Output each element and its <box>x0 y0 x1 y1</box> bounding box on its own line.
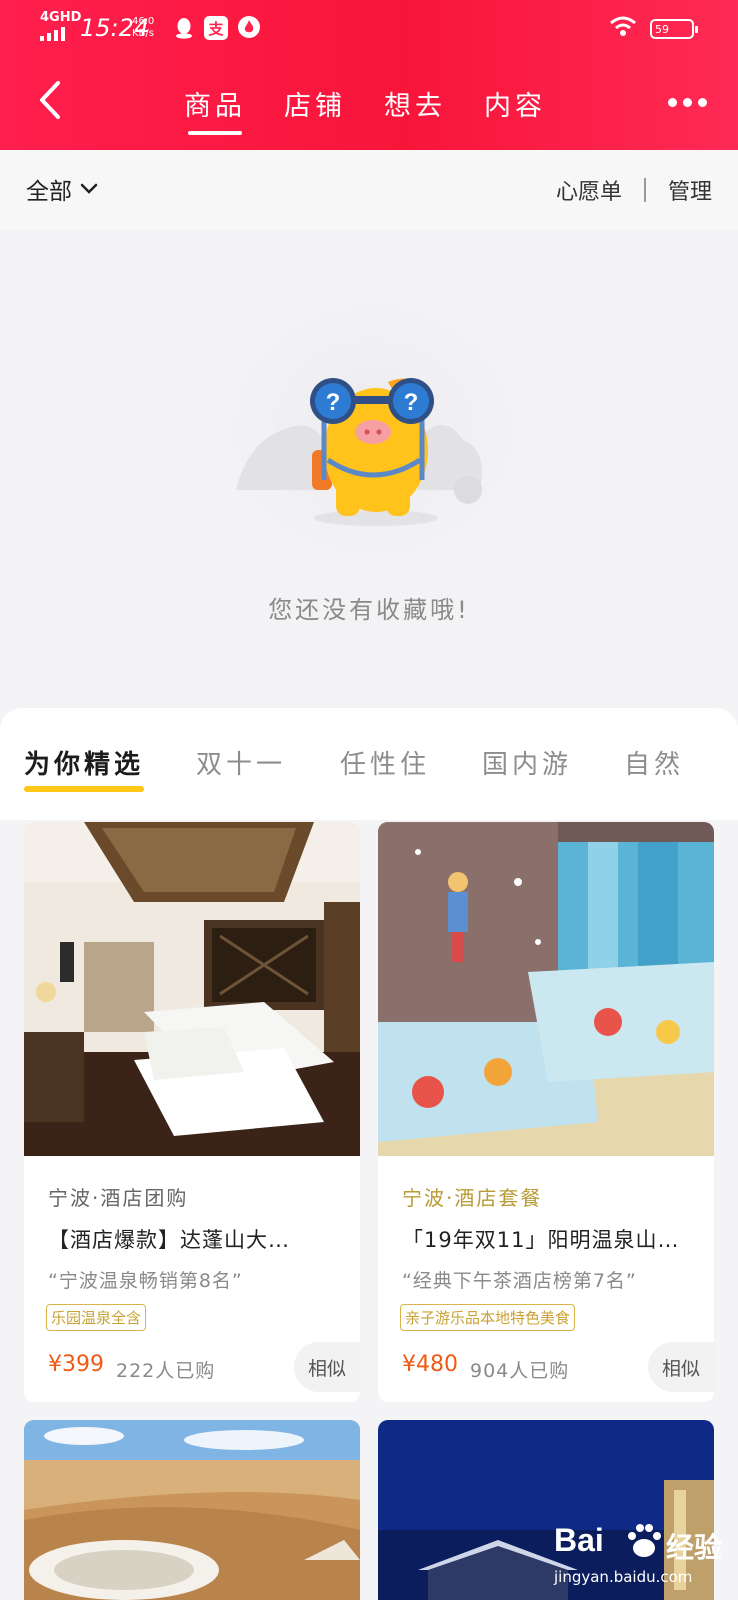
card-ranking-quote: “经典下午茶酒店榜第7名” <box>402 1270 637 1292</box>
kids-hotel-room-photo <box>378 822 714 1156</box>
category-tab-stays[interactable]: 任性住 <box>340 744 430 781</box>
card-tag: 亲子游乐品本地特色美食 <box>400 1304 576 1331</box>
all-filter-dropdown[interactable]: 全部 <box>26 172 98 206</box>
tab-content[interactable]: 内容 <box>484 84 546 135</box>
card-location: 宁波·酒店团购 <box>48 1186 189 1210</box>
battery-level: 59 <box>655 22 669 36</box>
qq-icon <box>172 16 196 40</box>
card-title: 「19年双11」阳明温泉山… <box>402 1228 680 1252</box>
card-price: ¥480 <box>402 1352 458 1377</box>
baidu-jingyan-watermark: Bai 经验 jingyan.baidu.com <box>554 1518 734 1596</box>
product-card[interactable] <box>24 1420 360 1600</box>
svg-text:?: ? <box>404 389 419 416</box>
divider <box>643 178 646 202</box>
card-location: 宁波·酒店套餐 <box>402 1186 543 1210</box>
card-info: 宁波·酒店团购 【酒店爆款】达蓬山大… “宁波温泉畅销第8名” 乐园温泉全含 ¥… <box>24 1156 360 1402</box>
card-price: ¥399 <box>48 1352 104 1377</box>
back-button[interactable] <box>36 80 72 124</box>
tab-stores[interactable]: 店铺 <box>284 84 346 135</box>
tab-want-to-go[interactable]: 想去 <box>384 84 446 135</box>
product-card[interactable]: 宁波·酒店套餐 「19年双11」阳明温泉山… “经典下午茶酒店榜第7名” 亲子游… <box>378 822 714 1402</box>
header-tabs: 商品 店铺 想去 内容 <box>184 84 546 135</box>
category-tab-domestic-travel[interactable]: 国内游 <box>482 744 572 781</box>
category-tab-double-eleven[interactable]: 双十一 <box>196 744 286 781</box>
category-tabs: 为你精选 双十一 任性住 国内游 自然 <box>0 708 738 820</box>
similar-button[interactable]: 相似 <box>648 1342 714 1392</box>
card-title: 【酒店爆款】达蓬山大… <box>48 1228 290 1252</box>
filter-actions: 心愿单 管理 <box>556 174 712 206</box>
card-ranking-quote: “宁波温泉畅销第8名” <box>48 1270 243 1292</box>
filter-bar: 全部 心愿单 管理 <box>0 150 738 230</box>
empty-mascot-illustration: ? ? <box>228 300 518 560</box>
manage-link[interactable]: 管理 <box>668 174 712 206</box>
card-sold-count: 904人已购 <box>470 1360 570 1382</box>
signal-bars-icon <box>40 27 65 41</box>
desert-resort-photo <box>24 1420 360 1600</box>
hotel-room-photo <box>24 822 360 1156</box>
tab-products[interactable]: 商品 <box>184 84 246 135</box>
watermark-brand: Bai <box>554 1522 604 1558</box>
network-speed-value: 46.0 <box>132 16 155 27</box>
card-sold-count: 222人已购 <box>116 1360 216 1382</box>
network-speed: 46.0 KB/s <box>132 16 154 40</box>
more-options-icon[interactable] <box>668 98 707 107</box>
watermark-brand-cn: 经验 <box>666 1531 723 1564</box>
svg-text:?: ? <box>326 389 341 416</box>
card-info: 宁波·酒店套餐 「19年双11」阳明温泉山… “经典下午茶酒店榜第7名” 亲子游… <box>378 1156 714 1402</box>
chevron-down-icon <box>80 183 98 194</box>
category-tab-recommended[interactable]: 为你精选 <box>24 744 145 792</box>
card-tag: 乐园温泉全含 <box>46 1304 147 1331</box>
network-speed-unit: KB/s <box>132 28 154 39</box>
all-filter-label: 全部 <box>26 179 72 205</box>
similar-button[interactable]: 相似 <box>294 1342 360 1392</box>
app-notification-icon <box>238 16 260 38</box>
chevron-left-icon <box>40 81 60 119</box>
alipay-icon: 支 <box>204 16 228 40</box>
product-card[interactable]: 宁波·酒店团购 【酒店爆款】达蓬山大… “宁波温泉畅销第8名” 乐园温泉全含 ¥… <box>24 822 360 1402</box>
wifi-icon <box>608 14 638 42</box>
wishlist-link[interactable]: 心愿单 <box>556 174 622 206</box>
watermark-url: jingyan.baidu.com <box>554 1568 693 1586</box>
baidu-paw-icon <box>628 1524 661 1557</box>
empty-favorites-state: ? ? 您还没有收藏哦! <box>0 230 738 708</box>
empty-message: 您还没有收藏哦! <box>268 596 470 624</box>
status-bar: 4GHD 15:24 46.0 KB/s 支 59 <box>0 0 738 52</box>
category-tab-nature[interactable]: 自然 <box>624 744 684 781</box>
app-header: 4GHD 15:24 46.0 KB/s 支 59 商品 店铺 想去 内容 <box>0 0 738 150</box>
battery-indicator: 59 <box>650 19 698 39</box>
network-indicator: 4GHD <box>40 10 82 25</box>
